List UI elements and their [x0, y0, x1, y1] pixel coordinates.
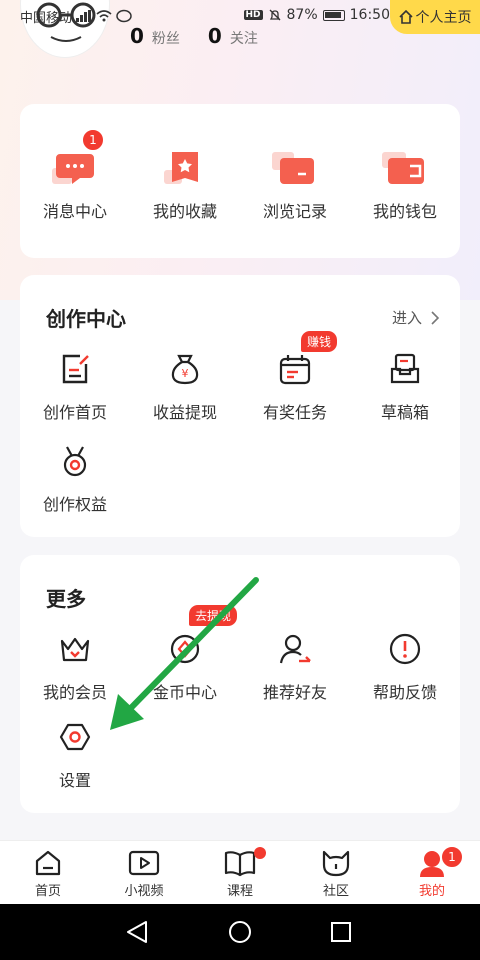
tab-home[interactable]: 首页: [8, 849, 88, 899]
medal-icon: [47, 439, 103, 483]
wallet-label: 我的钱包: [372, 202, 437, 221]
creation-enter-label: 进入: [391, 309, 422, 327]
follow-stat[interactable]: 0 关注: [208, 24, 258, 48]
settings-label: 设置: [58, 771, 91, 790]
membership-item[interactable]: 我的会员: [20, 627, 130, 703]
tab-mine-label: 我的: [418, 884, 445, 899]
coin-center-label: 金币中心: [152, 683, 217, 702]
bottom-tab-bar: 首页 小视频 课程 社区 1 我的: [0, 840, 480, 904]
creation-center-title: 创作中心: [46, 307, 126, 331]
crown-icon: [47, 627, 103, 671]
reward-tasks-item[interactable]: 赚钱 有奖任务: [240, 331, 350, 423]
withdraw-tag: 去提现: [189, 605, 238, 626]
fans-count: 0: [130, 24, 144, 48]
personal-homepage-label: 个人主页: [415, 10, 472, 26]
tab-mine[interactable]: 1 我的: [392, 845, 472, 899]
income-withdraw-item[interactable]: ¥ 收益提现: [130, 347, 240, 423]
carrier-text: 中国移动: [20, 10, 73, 26]
creator-rights-label: 创作权益: [42, 495, 107, 514]
earn-money-tag: 赚钱: [301, 331, 338, 352]
tab-courses[interactable]: 课程: [200, 847, 280, 899]
svg-text:¥: ¥: [182, 367, 189, 380]
home-icon: [35, 850, 61, 876]
favorites-item[interactable]: 我的收藏: [130, 146, 240, 222]
battery-icon: [322, 9, 345, 21]
invite-friends-item[interactable]: 推荐好友: [240, 627, 350, 703]
creator-rights-item[interactable]: 创作权益: [20, 439, 130, 515]
fans-label: 粉丝: [151, 31, 180, 47]
tab-community-label: 社区: [322, 884, 349, 899]
help-icon: [377, 627, 433, 671]
tab-home-label: 首页: [34, 884, 61, 899]
more-title: 更多: [46, 587, 86, 611]
wifi-icon: [96, 10, 112, 22]
drafts-label: 草稿箱: [380, 403, 429, 422]
creation-home-item[interactable]: 创作首页: [20, 347, 130, 423]
membership-label: 我的会员: [42, 683, 107, 702]
clock-time: 16:50: [349, 7, 390, 23]
coin-icon: 去提现: [157, 605, 238, 671]
invite-friends-label: 推荐好友: [262, 683, 327, 702]
tab-courses-label: 课程: [226, 884, 253, 899]
message-badge: 1: [81, 128, 105, 152]
mine-badge: 1: [440, 845, 464, 869]
personal-homepage-button[interactable]: 个人主页: [390, 0, 480, 34]
history-item[interactable]: 浏览记录: [240, 146, 350, 222]
signal-icon: [76, 10, 92, 22]
creation-enter-link[interactable]: 进入: [392, 307, 440, 328]
draft-box-icon: [377, 347, 433, 391]
creation-home-label: 创作首页: [42, 403, 107, 422]
follow-label: 关注: [229, 31, 258, 47]
message-icon: 1: [47, 128, 105, 190]
wallet-item[interactable]: 我的钱包: [350, 146, 460, 222]
back-nav-icon[interactable]: [127, 921, 147, 943]
message-center-label: 消息中心: [42, 202, 107, 221]
book-icon: [224, 851, 256, 877]
video-icon: [128, 850, 160, 876]
fans-stat[interactable]: 0 粉丝: [130, 24, 180, 48]
calendar-icon: 赚钱: [267, 331, 338, 391]
hd-icon: HD: [243, 10, 263, 20]
follow-count: 0: [207, 24, 222, 48]
home-small-icon: [398, 10, 413, 24]
tab-short-video[interactable]: 小视频: [104, 849, 184, 899]
chevron-right-icon: [431, 310, 440, 325]
favorites-label: 我的收藏: [152, 202, 217, 221]
coin-center-item[interactable]: 去提现 金币中心: [130, 605, 240, 703]
wallet-icon: [377, 146, 433, 190]
system-navigation-bar: [0, 904, 480, 960]
settings-icon: [47, 715, 103, 759]
community-icon: [322, 850, 350, 877]
profile-stats: 0 粉丝 0 关注: [130, 24, 258, 48]
settings-item[interactable]: 设置: [20, 715, 130, 791]
message-center-item[interactable]: 1 消息中心: [20, 128, 130, 222]
mute-bell-icon: [269, 9, 280, 21]
quick-actions-card: 1 消息中心 我的收藏 浏览记录 我的钱包: [20, 104, 460, 258]
chat-app-icon: [116, 9, 132, 23]
more-card: 更多 我的会员 去提现 金币中心 推荐好友 帮助反馈 设置: [20, 555, 460, 813]
money-bag-icon: ¥: [157, 347, 213, 391]
tab-community[interactable]: 社区: [296, 849, 376, 899]
invite-icon: [267, 627, 323, 671]
history-label: 浏览记录: [262, 202, 327, 221]
courses-notification-dot: [254, 847, 266, 859]
creation-center-card: 创作中心 进入 创作首页 ¥ 收益提现 赚钱 有奖任务 草稿箱 创作权益: [20, 275, 460, 537]
tab-short-video-label: 小视频: [124, 884, 164, 899]
edit-icon: [47, 347, 103, 391]
battery-percent: 87%: [286, 7, 318, 23]
help-feedback-label: 帮助反馈: [372, 683, 437, 702]
status-bar-left: 中国移动: [20, 6, 132, 26]
drafts-item[interactable]: 草稿箱: [350, 347, 460, 423]
home-nav-icon[interactable]: [229, 921, 251, 943]
favorite-icon: [157, 146, 213, 190]
history-icon: [267, 146, 323, 190]
status-bar-right: HD 87% 16:50: [243, 7, 390, 23]
help-feedback-item[interactable]: 帮助反馈: [350, 627, 460, 703]
reward-tasks-label: 有奖任务: [262, 403, 327, 422]
income-withdraw-label: 收益提现: [152, 403, 217, 422]
recents-nav-icon[interactable]: [331, 922, 351, 942]
